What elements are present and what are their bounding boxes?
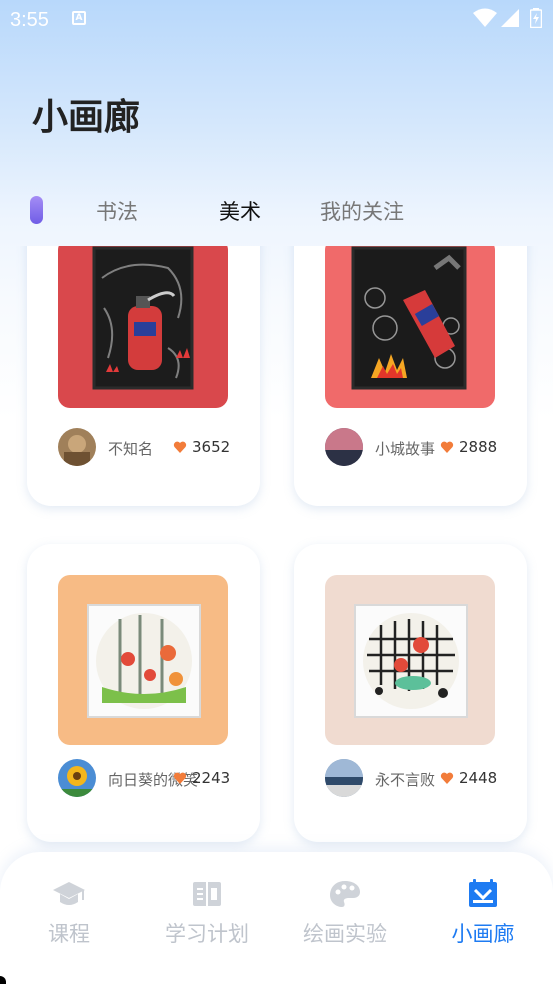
heart-icon[interactable] — [440, 771, 454, 785]
notification-icon: A — [72, 11, 86, 25]
avatar[interactable] — [58, 428, 96, 466]
gallery-card[interactable]: 不知名 3652 — [27, 246, 260, 506]
artwork-image[interactable] — [58, 246, 228, 408]
nav-label: 课程 — [48, 922, 90, 946]
avatar[interactable] — [58, 759, 96, 797]
heart-icon[interactable] — [440, 440, 454, 454]
nav-label: 绘画实验 — [303, 922, 387, 946]
heart-icon[interactable] — [173, 440, 187, 454]
nav-study-plan[interactable]: 学习计划 — [138, 878, 276, 948]
gallery-grid: 不知名 3652 小城故事 2888 向日葵的微笑 2243 永不言败 2448 — [0, 246, 553, 866]
signal-icon — [501, 9, 519, 27]
gallery-card[interactable]: 永不言败 2448 — [294, 544, 527, 842]
like-count: 3652 — [192, 438, 231, 456]
page-title: 小画廊 — [32, 97, 141, 138]
author-name: 小城故事 — [375, 440, 436, 458]
bottom-nav: 课程 学习计划 绘画实验 小画廊 — [0, 852, 553, 984]
gallery-card[interactable]: 向日葵的微笑 2243 — [27, 544, 260, 842]
battery-icon — [530, 8, 542, 28]
author-name: 不知名 — [108, 440, 154, 458]
avatar[interactable] — [325, 428, 363, 466]
avatar[interactable] — [325, 759, 363, 797]
gallery-card[interactable]: 小城故事 2888 — [294, 246, 527, 506]
like-count: 2888 — [459, 438, 498, 456]
wifi-icon — [473, 8, 497, 27]
notebook-icon — [193, 882, 221, 906]
tab-following[interactable]: 我的关注 — [320, 196, 404, 226]
nav-label: 学习计划 — [165, 922, 249, 946]
artwork-image[interactable] — [325, 575, 495, 745]
heart-icon[interactable] — [173, 771, 187, 785]
artwork-image[interactable] — [58, 575, 228, 745]
nav-label: 小画廊 — [451, 922, 515, 946]
status-time: 3:55 — [10, 9, 49, 31]
graduation-cap-icon — [53, 882, 85, 905]
like-count: 2448 — [459, 769, 498, 787]
tab-calligraphy[interactable]: 书法 — [96, 196, 138, 226]
status-bar: 3:55 A — [0, 0, 553, 40]
gallery-icon — [469, 879, 497, 907]
artwork-image[interactable] — [325, 246, 495, 408]
nav-course[interactable]: 课程 — [0, 878, 138, 948]
nav-drawing-lab[interactable]: 绘画实验 — [276, 878, 414, 948]
like-count: 2243 — [192, 769, 231, 787]
nav-gallery[interactable]: 小画廊 — [414, 878, 552, 948]
tab-indicator — [30, 196, 43, 224]
category-tabs: 书法 美术 我的关注 — [0, 190, 553, 230]
author-name: 永不言败 — [375, 771, 436, 789]
palette-icon — [330, 881, 360, 907]
tab-art[interactable]: 美术 — [219, 196, 261, 226]
